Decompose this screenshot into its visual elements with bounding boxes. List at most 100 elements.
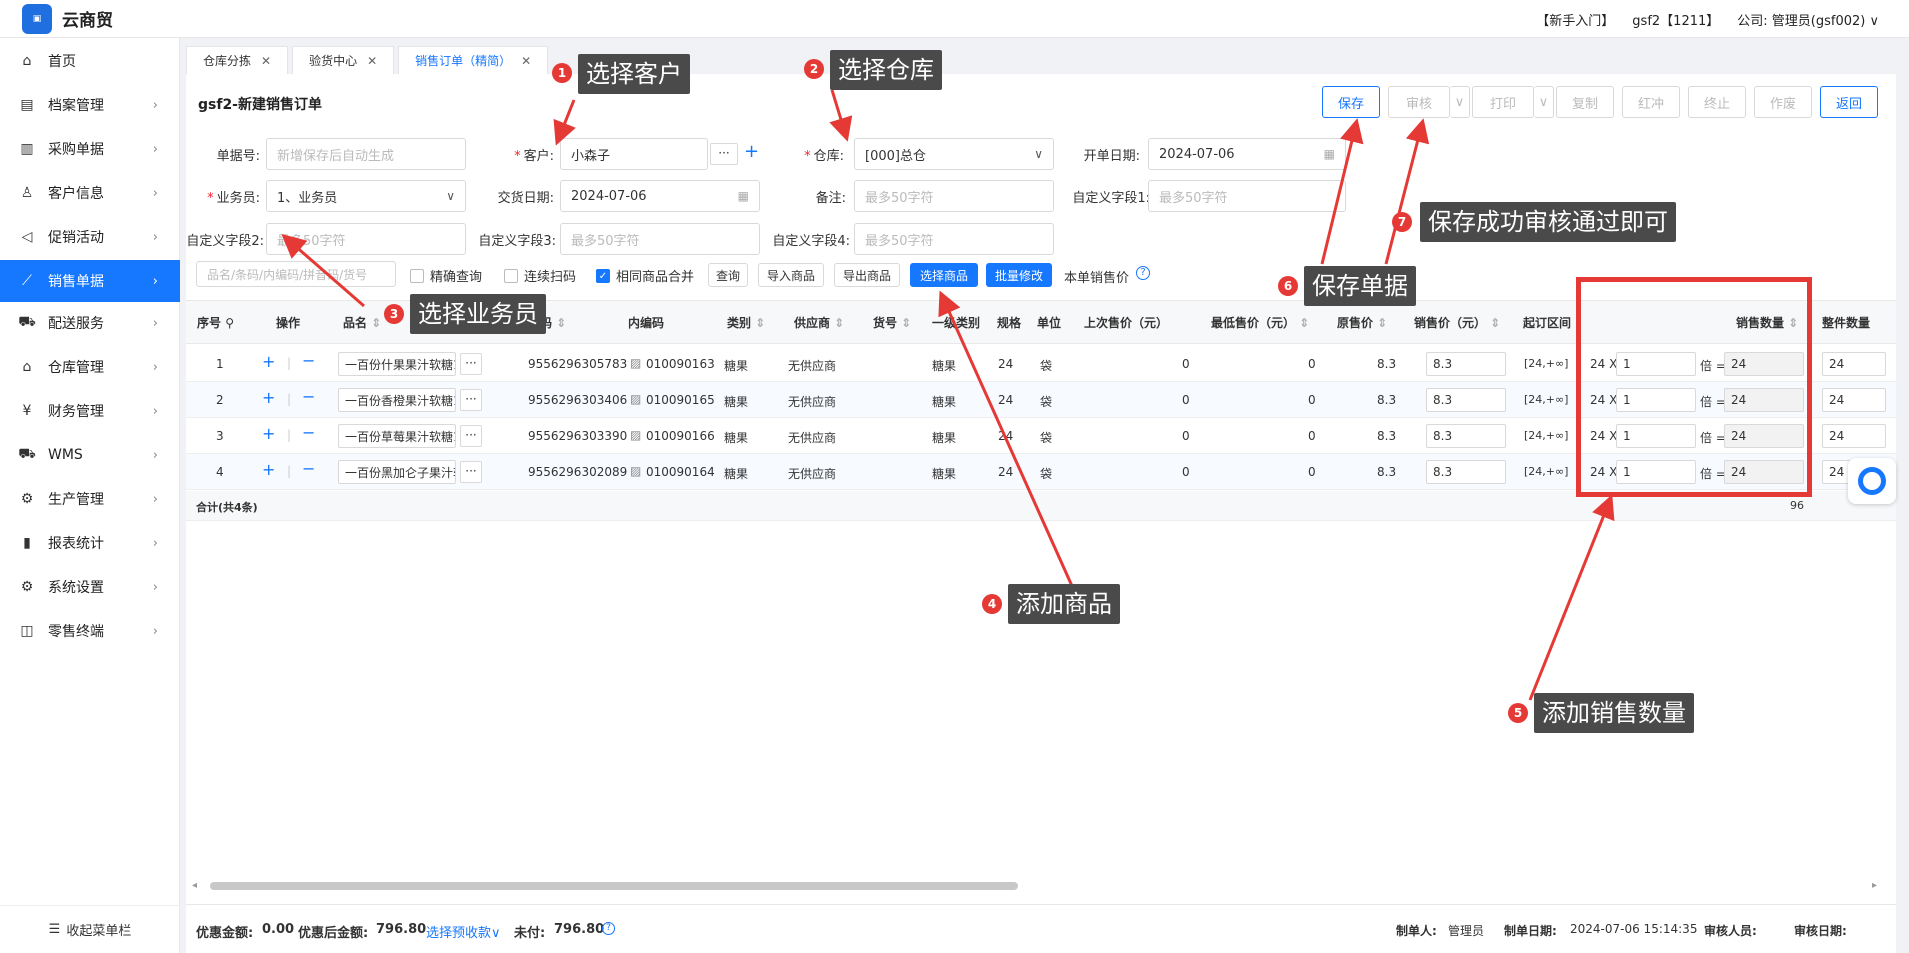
query-button[interactable]: 查询 xyxy=(708,263,748,287)
product-picker-button[interactable]: ··· xyxy=(460,353,482,375)
product-search-input[interactable]: 品名/条码/内编码/拼音码/货号 xyxy=(196,261,396,287)
sidebar-item-home[interactable]: ⌂ 首页 xyxy=(0,40,180,82)
remove-row-icon[interactable]: − xyxy=(302,459,315,478)
sale-price-input[interactable]: 8.3 xyxy=(1426,388,1506,412)
collapse-menu-button[interactable]: ☰ 收起菜单栏 xyxy=(0,905,180,953)
remove-row-icon[interactable]: − xyxy=(302,351,315,370)
sale-price-input[interactable]: 8.3 xyxy=(1426,424,1506,448)
col-min-price[interactable]: 最低售价（元） ⇕ xyxy=(1211,314,1309,331)
horizontal-scrollbar[interactable] xyxy=(210,882,1018,890)
company-dropdown[interactable]: 公司: 管理员(gsf002) ∨ xyxy=(1737,10,1879,29)
help-icon[interactable]: ? xyxy=(1136,266,1150,280)
close-icon[interactable]: ✕ xyxy=(261,54,271,68)
continuous-scan-checkbox[interactable]: 连续扫码 xyxy=(504,266,576,285)
sidebar-item-sales[interactable]: ⟋ 销售单据 › xyxy=(0,260,180,302)
print-dropdown[interactable]: ∨ xyxy=(1534,86,1554,118)
add-row-icon[interactable]: + xyxy=(262,388,275,407)
copy-button[interactable]: 复制 xyxy=(1556,86,1614,118)
col-category[interactable]: 类别 ⇕ xyxy=(727,314,765,331)
sidebar-item-warehouse[interactable]: ⌂ 仓库管理 › xyxy=(0,346,180,388)
sidebar-item-promotion[interactable]: ◁ 促销活动 › xyxy=(0,216,180,258)
sidebar-item-production[interactable]: ⚙ 生产管理 › xyxy=(0,478,180,520)
cell-barcode: 9556296302089 xyxy=(528,465,628,479)
add-customer-icon[interactable]: + xyxy=(744,141,759,162)
product-name-input[interactable]: 一百份草莓果汁软糖150 xyxy=(338,424,456,448)
open-date-input[interactable]: 2024-07-06 ▦ xyxy=(1148,138,1346,170)
whole-qty-input[interactable]: 24 xyxy=(1822,388,1886,412)
sidebar-item-report[interactable]: ▮ 报表统计 › xyxy=(0,522,180,564)
order-no-input[interactable]: 新增保存后自动生成 xyxy=(266,138,466,170)
scroll-right-icon[interactable]: ▸ xyxy=(1872,880,1877,891)
product-picker-button[interactable]: ··· xyxy=(460,461,482,483)
whole-qty-input[interactable]: 24 xyxy=(1822,352,1886,376)
whole-qty-input[interactable]: 24 xyxy=(1822,424,1886,448)
customer-input[interactable]: 小森子 xyxy=(560,138,708,170)
scroll-left-icon[interactable]: ◂ xyxy=(192,880,197,891)
audit-button[interactable]: 审核 xyxy=(1388,86,1450,118)
customer-picker-button[interactable]: ··· xyxy=(710,143,738,165)
image-icon[interactable]: ▨ xyxy=(630,356,641,370)
product-name-input[interactable]: 一百份香橙果汁软糖150 xyxy=(338,388,456,412)
export-products-button[interactable]: 导出商品 xyxy=(834,263,900,287)
remark-input[interactable]: 最多50字符 xyxy=(854,180,1054,212)
add-row-icon[interactable]: + xyxy=(262,424,275,443)
custom4-input[interactable]: 最多50字符 xyxy=(854,223,1054,255)
import-products-button[interactable]: 导入商品 xyxy=(758,263,824,287)
col-orig-price[interactable]: 原售价 ⇕ xyxy=(1337,314,1387,331)
back-button[interactable]: 返回 xyxy=(1820,86,1878,118)
product-picker-button[interactable]: ··· xyxy=(460,389,482,411)
add-row-icon[interactable]: + xyxy=(262,352,275,371)
delivery-date-input[interactable]: 2024-07-06 ▦ xyxy=(560,180,760,212)
batch-edit-button[interactable]: 批量修改 xyxy=(986,263,1052,287)
sale-price-input[interactable]: 8.3 xyxy=(1426,460,1506,484)
image-icon[interactable]: ▨ xyxy=(630,464,641,478)
assistant-float-button[interactable] xyxy=(1848,458,1896,504)
salesman-select[interactable]: 1、业务员 ∨ xyxy=(266,180,466,212)
sidebar-item-customer[interactable]: ♙ 客户信息 › xyxy=(0,172,180,214)
exact-query-checkbox[interactable]: 精确查询 xyxy=(410,266,482,285)
sidebar-item-archive[interactable]: ▤ 档案管理 › xyxy=(0,84,180,126)
image-icon[interactable]: ▨ xyxy=(630,392,641,406)
col-spec: 规格 xyxy=(997,316,1022,330)
close-icon[interactable]: ✕ xyxy=(521,54,531,68)
sidebar-item-retail[interactable]: ◫ 零售终端 › xyxy=(0,610,180,652)
tab-sales-order[interactable]: 销售订单（精简） ✕ xyxy=(398,46,549,74)
col-sale-price[interactable]: 销售价（元） ⇕ xyxy=(1414,314,1500,331)
save-button[interactable]: 保存 xyxy=(1322,86,1380,118)
col-supplier[interactable]: 供应商 ⇕ xyxy=(794,314,844,331)
audit-dropdown[interactable]: ∨ xyxy=(1450,86,1470,118)
newbie-guide-link[interactable]: 【新手入门】 xyxy=(1536,10,1614,29)
remove-row-icon[interactable]: − xyxy=(302,387,315,406)
production-icon: ⚙ xyxy=(20,491,34,507)
print-button[interactable]: 打印 xyxy=(1472,86,1534,118)
product-name-input[interactable]: 一百份什果果汁软糖150 xyxy=(338,352,456,376)
custom1-input[interactable]: 最多50字符 xyxy=(1148,180,1346,212)
sidebar-item-wms[interactable]: ⛟ WMS › xyxy=(0,434,180,476)
product-name-input[interactable]: 一百份黑加仑子果汁软糖 xyxy=(338,460,456,484)
tab-inspection-center[interactable]: 验货中心 ✕ xyxy=(292,46,395,74)
sale-price-input[interactable]: 8.3 xyxy=(1426,352,1506,376)
custom3-input[interactable]: 最多50字符 xyxy=(560,223,760,255)
product-picker-button[interactable]: ··· xyxy=(460,425,482,447)
tab-warehouse-sorting[interactable]: 仓库分拣 ✕ xyxy=(186,46,289,74)
col-level1: 一级类别 xyxy=(932,316,981,330)
close-icon[interactable]: ✕ xyxy=(367,54,377,68)
col-name[interactable]: 品名 ⇕ xyxy=(343,314,381,331)
col-item-no[interactable]: 货号 ⇕ xyxy=(873,314,911,331)
terminate-button[interactable]: 终止 xyxy=(1688,86,1746,118)
remove-row-icon[interactable]: − xyxy=(302,423,315,442)
help-icon[interactable]: ? xyxy=(602,922,615,935)
merge-items-checkbox[interactable]: ✓ 相同商品合并 xyxy=(596,266,694,285)
void-button[interactable]: 作废 xyxy=(1754,86,1812,118)
custom2-input[interactable]: 最多50字符 xyxy=(266,223,466,255)
red-flush-button[interactable]: 红冲 xyxy=(1622,86,1680,118)
choose-prepay-link[interactable]: 选择预收款∨ xyxy=(426,922,501,941)
image-icon[interactable]: ▨ xyxy=(630,428,641,442)
sidebar-item-settings[interactable]: ⚙ 系统设置 › xyxy=(0,566,180,608)
sidebar-item-finance[interactable]: ¥ 财务管理 › xyxy=(0,390,180,432)
warehouse-select[interactable]: [000]总仓 ∨ xyxy=(854,138,1054,170)
add-row-icon[interactable]: + xyxy=(262,460,275,479)
sidebar-item-delivery[interactable]: ⛟ 配送服务 › xyxy=(0,302,180,344)
sidebar-item-purchase[interactable]: ▥ 采购单据 › xyxy=(0,128,180,170)
choose-products-button[interactable]: 选择商品 xyxy=(910,263,978,287)
